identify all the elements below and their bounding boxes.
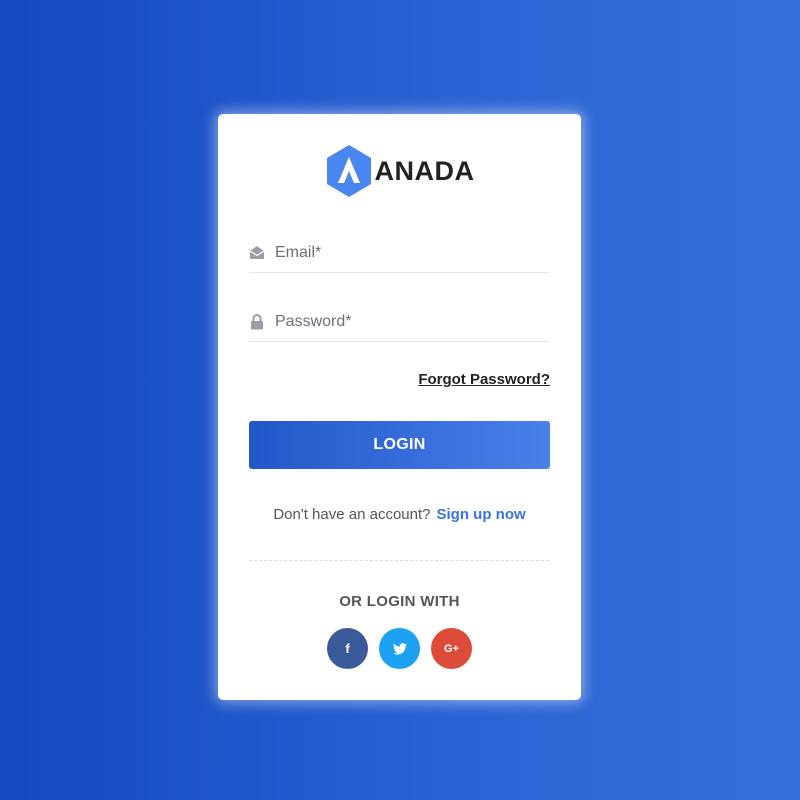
facebook-icon: f bbox=[345, 641, 350, 656]
hexagon-a-logo-icon bbox=[326, 145, 371, 197]
forgot-password-link[interactable]: Forgot Password? bbox=[418, 371, 550, 388]
signup-link[interactable]: Sign up now bbox=[437, 506, 526, 523]
signup-row: Don't have an account? Sign up now bbox=[218, 506, 581, 523]
brand-logo: ANADA bbox=[218, 144, 581, 198]
brand-name: ANADA bbox=[374, 155, 475, 186]
google-plus-button[interactable]: G+ bbox=[431, 628, 472, 669]
facebook-button[interactable]: f bbox=[327, 628, 368, 669]
login-card: ANADA Forgot Password? LOGIN Don't have … bbox=[218, 114, 581, 700]
social-login-heading: OR LOGIN WITH bbox=[339, 593, 460, 610]
email-input[interactable] bbox=[275, 237, 535, 268]
twitter-button[interactable] bbox=[379, 628, 420, 669]
signup-prompt: Don't have an account? bbox=[273, 506, 431, 523]
lock-icon bbox=[249, 313, 265, 330]
envelope-open-icon bbox=[249, 245, 265, 261]
twitter-bird-icon bbox=[392, 642, 407, 655]
password-input[interactable] bbox=[275, 306, 535, 337]
divider bbox=[249, 560, 549, 561]
password-field[interactable] bbox=[249, 302, 549, 342]
social-buttons: f G+ bbox=[218, 628, 581, 669]
google-plus-icon: G+ bbox=[444, 642, 459, 655]
email-field[interactable] bbox=[249, 233, 549, 273]
login-button[interactable]: LOGIN bbox=[249, 421, 550, 469]
